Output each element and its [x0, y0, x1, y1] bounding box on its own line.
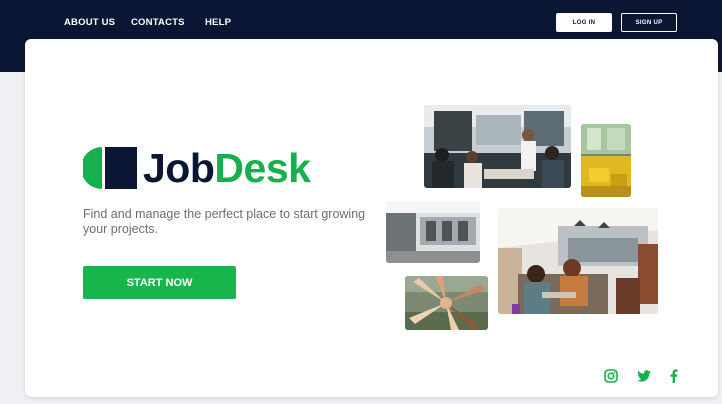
instagram-icon[interactable] [603, 368, 619, 384]
login-button[interactable]: LOG IN [556, 13, 612, 32]
logo-word-job: Job [143, 145, 215, 191]
photo-yellow-lounge [581, 124, 631, 197]
nav-link-about-us[interactable]: ABOUT US [64, 17, 115, 28]
signup-button[interactable]: SIGN UP [621, 13, 677, 32]
start-now-button[interactable]: START NOW [83, 266, 236, 299]
hero-tagline: Find and manage the perfect place to sta… [83, 207, 366, 236]
logo-word-desk: Desk [214, 145, 311, 191]
photo-conference-room [386, 201, 480, 263]
facebook-icon[interactable] [666, 368, 682, 384]
jobdesk-logo: JobDesk [83, 145, 311, 191]
nav-link-help[interactable]: HELP [205, 17, 231, 28]
nav-link-contacts[interactable]: CONTACTS [131, 17, 185, 28]
logo-wordmark: JobDesk [143, 145, 311, 191]
photo-coworking-space [498, 208, 658, 314]
photo-team-hands [405, 276, 488, 330]
twitter-icon[interactable] [636, 368, 652, 384]
logo-mark-icon [83, 147, 137, 189]
photo-office-meeting [424, 105, 571, 188]
